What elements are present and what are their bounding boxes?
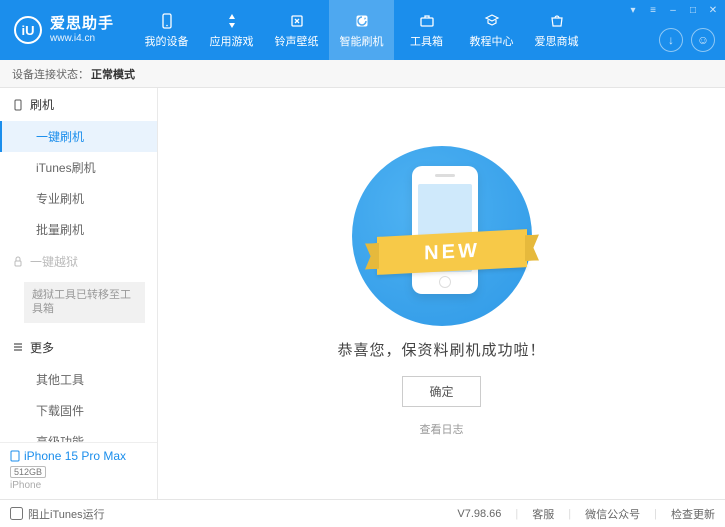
- device-info: iPhone 15 Pro Max 512GB iPhone: [0, 442, 157, 499]
- sidebar-cat-more[interactable]: 更多: [0, 331, 157, 364]
- user-icon[interactable]: ☺: [691, 28, 715, 52]
- view-log-link[interactable]: 查看日志: [420, 421, 464, 437]
- sidebar-cat-flash[interactable]: 刷机: [0, 88, 157, 121]
- brand-url: www.i4.cn: [50, 33, 114, 44]
- nav-toolbox[interactable]: 工具箱: [394, 0, 459, 60]
- nav-tutorials[interactable]: 教程中心: [459, 0, 524, 60]
- minimize-icon[interactable]: –: [667, 4, 679, 16]
- footer-update[interactable]: 检查更新: [671, 506, 715, 522]
- ok-button[interactable]: 确定: [402, 376, 480, 407]
- flash-icon: [352, 12, 372, 30]
- menu-icon[interactable]: ▾: [627, 4, 639, 16]
- sidebar-item-itunes[interactable]: iTunes刷机: [0, 152, 157, 183]
- ringtone-icon: [287, 12, 307, 30]
- window-controls: ▾ ≡ – □ ✕: [627, 4, 719, 16]
- logo-icon: iU: [14, 16, 42, 44]
- maximize-icon[interactable]: □: [687, 4, 699, 16]
- device-icon: [157, 12, 177, 30]
- sidebar-item-oneclick[interactable]: 一键刷机: [0, 121, 157, 152]
- status-bar: 设备连接状态： 正常模式: [0, 60, 725, 88]
- footer: 阻止iTunes运行 V7.98.66 | 客服 | 微信公众号 | 检查更新: [0, 499, 725, 527]
- block-itunes-label: 阻止iTunes运行: [28, 506, 105, 522]
- nav-flash[interactable]: 智能刷机: [329, 0, 394, 60]
- footer-support[interactable]: 客服: [532, 506, 554, 522]
- footer-wechat[interactable]: 微信公众号: [585, 506, 640, 522]
- success-message: 恭喜您，保资料刷机成功啦！: [337, 339, 545, 360]
- brand: iU 爱思助手 www.i4.cn: [0, 16, 128, 44]
- status-value: 正常模式: [91, 66, 135, 82]
- sidebar-item-pro[interactable]: 专业刷机: [0, 183, 157, 214]
- toolbox-icon: [417, 12, 437, 30]
- nav-ringtones[interactable]: 铃声壁纸: [264, 0, 329, 60]
- sidebar: 刷机 一键刷机 iTunes刷机 专业刷机 批量刷机 一键越狱 越狱工具已转移至…: [0, 88, 158, 499]
- main-area: NEW 恭喜您，保资料刷机成功啦！ 确定 查看日志: [158, 88, 725, 499]
- phone-icon: [10, 450, 20, 462]
- nav-store[interactable]: 爱思商城: [524, 0, 589, 60]
- sidebar-item-batch[interactable]: 批量刷机: [0, 214, 157, 245]
- settings-icon[interactable]: ≡: [647, 4, 659, 16]
- store-icon: [547, 12, 567, 30]
- sidebar-cat-jailbreak: 一键越狱: [0, 245, 157, 278]
- version-label: V7.98.66: [457, 508, 501, 520]
- sidebar-item-advanced[interactable]: 高级功能: [0, 426, 157, 442]
- device-storage: 512GB: [10, 466, 46, 478]
- download-icon[interactable]: ↓: [659, 28, 683, 52]
- nav-apps[interactable]: 应用游戏: [199, 0, 264, 60]
- nav-my-device[interactable]: 我的设备: [134, 0, 199, 60]
- sidebar-item-other[interactable]: 其他工具: [0, 364, 157, 395]
- top-nav: 我的设备 应用游戏 铃声壁纸 智能刷机 工具箱 教程中心 爱思商城: [134, 0, 589, 60]
- new-banner: NEW: [377, 229, 527, 275]
- device-name[interactable]: iPhone 15 Pro Max: [10, 449, 147, 463]
- close-icon[interactable]: ✕: [707, 4, 719, 16]
- brand-name: 爱思助手: [50, 16, 114, 33]
- sidebar-item-download[interactable]: 下载固件: [0, 395, 157, 426]
- apps-icon: [222, 12, 242, 30]
- jailbreak-note: 越狱工具已转移至工具箱: [24, 282, 145, 323]
- device-type: iPhone: [10, 480, 147, 491]
- header-actions: ↓ ☺: [659, 28, 715, 52]
- status-prefix: 设备连接状态：: [12, 66, 89, 82]
- success-illustration: NEW: [342, 141, 542, 321]
- tutorial-icon: [482, 12, 502, 30]
- chk-block-itunes[interactable]: [10, 507, 23, 520]
- app-header: iU 爱思助手 www.i4.cn 我的设备 应用游戏 铃声壁纸 智能刷机 工具…: [0, 0, 725, 60]
